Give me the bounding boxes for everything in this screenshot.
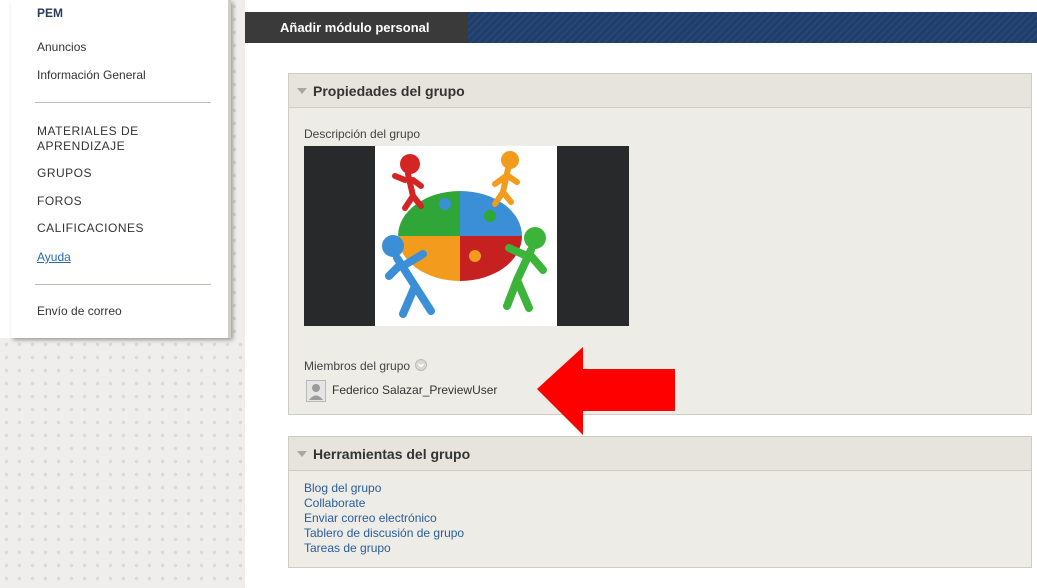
puzzle-people-illustration xyxy=(382,151,547,318)
link-enviar-correo[interactable]: Enviar correo electrónico xyxy=(304,511,464,526)
course-title[interactable]: PEM xyxy=(37,6,63,20)
group-description-label: Descripción del grupo xyxy=(304,127,421,141)
link-tablero-discusion[interactable]: Tablero de discusión de grupo xyxy=(304,526,464,541)
red-arrow-annotation xyxy=(537,347,675,435)
link-blog-del-grupo[interactable]: Blog del grupo xyxy=(304,481,464,496)
link-collaborate[interactable]: Collaborate xyxy=(304,496,464,511)
group-tools-title: Herramientas del grupo xyxy=(313,445,471,462)
caret-down-icon[interactable] xyxy=(297,87,307,94)
menu-item-grupos[interactable]: GRUPOS xyxy=(37,166,92,180)
group-tools-panel: Herramientas del grupo Blog del grupo Co… xyxy=(288,436,1032,568)
group-tools-header[interactable]: Herramientas del grupo xyxy=(289,437,1031,471)
menu-divider xyxy=(35,284,211,285)
menu-item-materiales-line1[interactable]: MATERIALES DE xyxy=(37,124,139,138)
group-member-name[interactable]: Federico Salazar_PreviewUser xyxy=(332,383,497,397)
user-avatar-icon xyxy=(306,380,326,402)
group-members-label: Miembros del grupo xyxy=(304,359,428,373)
background-texture xyxy=(0,338,245,588)
caret-down-icon[interactable] xyxy=(297,450,307,457)
link-tareas-de-grupo[interactable]: Tareas de grupo xyxy=(304,541,464,556)
menu-item-anuncios[interactable]: Anuncios xyxy=(37,40,86,54)
add-personal-module-button[interactable]: Añadir módulo personal xyxy=(245,12,468,43)
menu-item-foros[interactable]: FOROS xyxy=(37,194,82,208)
menu-item-calificaciones[interactable]: CALIFICACIONES xyxy=(37,221,144,235)
menu-item-ayuda[interactable]: Ayuda xyxy=(37,250,71,264)
menu-item-informacion-general[interactable]: Información General xyxy=(37,68,146,82)
group-properties-title: Propiedades del grupo xyxy=(313,82,465,99)
menu-item-envio-correo[interactable]: Envío de correo xyxy=(37,304,122,318)
menu-item-materiales-line2[interactable]: APRENDIZAJE xyxy=(37,139,125,153)
add-personal-module-label: Añadir módulo personal xyxy=(280,20,430,35)
group-members-text: Miembros del grupo xyxy=(304,359,411,373)
course-menu: PEM Anuncios Información General MATERIA… xyxy=(11,0,231,338)
group-properties-header[interactable]: Propiedades del grupo xyxy=(289,74,1031,108)
menu-divider xyxy=(35,102,211,103)
chevron-down-circle-icon[interactable] xyxy=(415,359,428,371)
top-banner: Añadir módulo personal xyxy=(245,12,1037,43)
group-description-image xyxy=(304,146,629,326)
puzzle-image xyxy=(375,146,557,326)
group-tools-links: Blog del grupo Collaborate Enviar correo… xyxy=(304,481,464,556)
